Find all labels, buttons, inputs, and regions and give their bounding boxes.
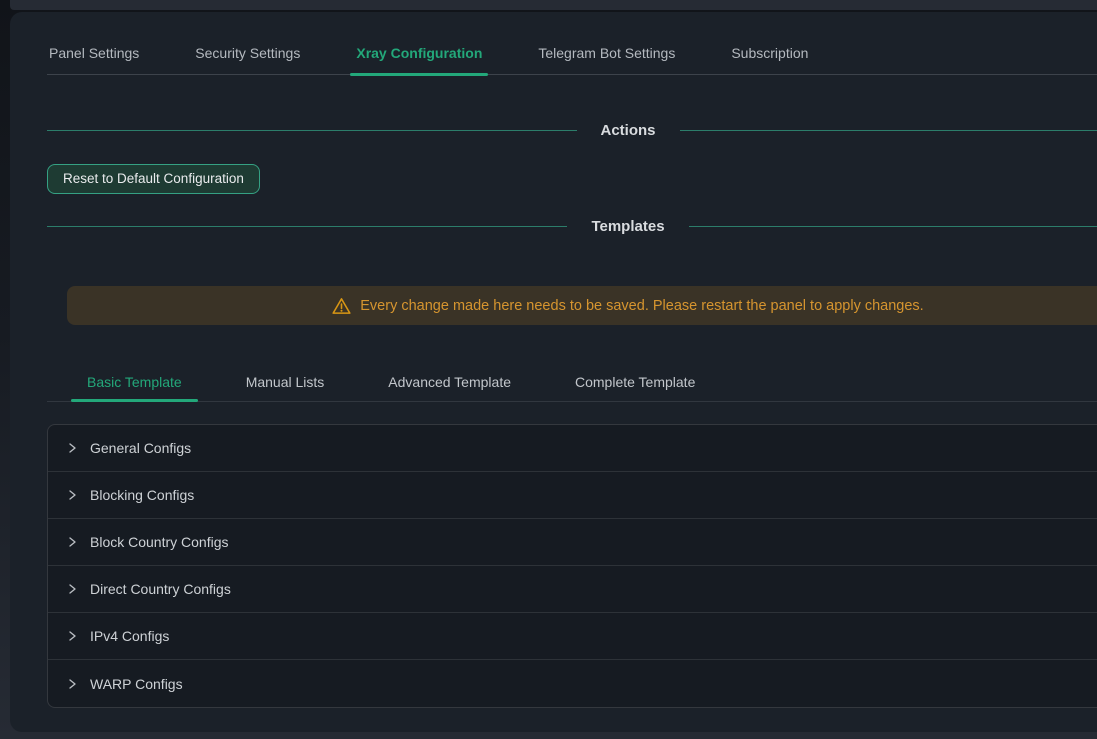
tab-complete-template[interactable]: Complete Template <box>559 374 711 401</box>
warning-triangle-icon <box>332 297 351 315</box>
actions-divider: Actions <box>47 120 1097 140</box>
chevron-right-icon <box>66 678 78 690</box>
tab-security-settings[interactable]: Security Settings <box>193 45 302 74</box>
xray-configuration-card: Panel Settings Security Settings Xray Co… <box>10 12 1097 732</box>
divider-line <box>47 226 567 227</box>
panel-block-country-configs[interactable]: Block Country Configs <box>48 519 1097 566</box>
panel-label: Block Country Configs <box>90 534 229 550</box>
tab-advanced-template[interactable]: Advanced Template <box>372 374 527 401</box>
restart-warning-text: Every change made here needs to be saved… <box>360 298 923 314</box>
panel-label: WARP Configs <box>90 676 183 692</box>
templates-section-title: Templates <box>591 218 664 235</box>
panel-ipv4-configs[interactable]: IPv4 Configs <box>48 613 1097 660</box>
chevron-right-icon <box>66 442 78 454</box>
actions-section-title: Actions <box>601 122 656 139</box>
tab-xray-configuration[interactable]: Xray Configuration <box>354 45 484 74</box>
panel-label: Direct Country Configs <box>90 581 231 597</box>
divider-line <box>47 130 577 131</box>
reset-to-default-configuration-button[interactable]: Reset to Default Configuration <box>47 164 260 194</box>
panel-warp-configs[interactable]: WARP Configs <box>48 660 1097 707</box>
divider-line <box>680 130 1097 131</box>
settings-tab-bar: Panel Settings Security Settings Xray Co… <box>47 12 1097 75</box>
tab-telegram-bot-settings[interactable]: Telegram Bot Settings <box>536 45 677 74</box>
panel-label: IPv4 Configs <box>90 628 169 644</box>
panel-label: Blocking Configs <box>90 487 194 503</box>
tab-panel-settings[interactable]: Panel Settings <box>47 45 141 74</box>
restart-warning-banner: Every change made here needs to be saved… <box>67 286 1097 325</box>
divider-line <box>689 226 1097 227</box>
panel-blocking-configs[interactable]: Blocking Configs <box>48 472 1097 519</box>
actions-button-row: Reset to Default Configuration <box>47 164 1097 194</box>
panel-general-configs[interactable]: General Configs <box>48 425 1097 472</box>
tab-basic-template[interactable]: Basic Template <box>71 374 198 401</box>
top-panel-edge <box>10 0 1097 10</box>
chevron-right-icon <box>66 536 78 548</box>
chevron-right-icon <box>66 583 78 595</box>
panel-label: General Configs <box>90 440 191 456</box>
template-tab-bar: Basic Template Manual Lists Advanced Tem… <box>47 374 1097 402</box>
chevron-right-icon <box>66 630 78 642</box>
templates-divider: Templates <box>47 216 1097 236</box>
chevron-right-icon <box>66 489 78 501</box>
config-collapse-list: General Configs Blocking Configs Block C… <box>47 424 1097 708</box>
panel-direct-country-configs[interactable]: Direct Country Configs <box>48 566 1097 613</box>
tab-subscription[interactable]: Subscription <box>729 45 810 74</box>
tab-manual-lists[interactable]: Manual Lists <box>230 374 341 401</box>
